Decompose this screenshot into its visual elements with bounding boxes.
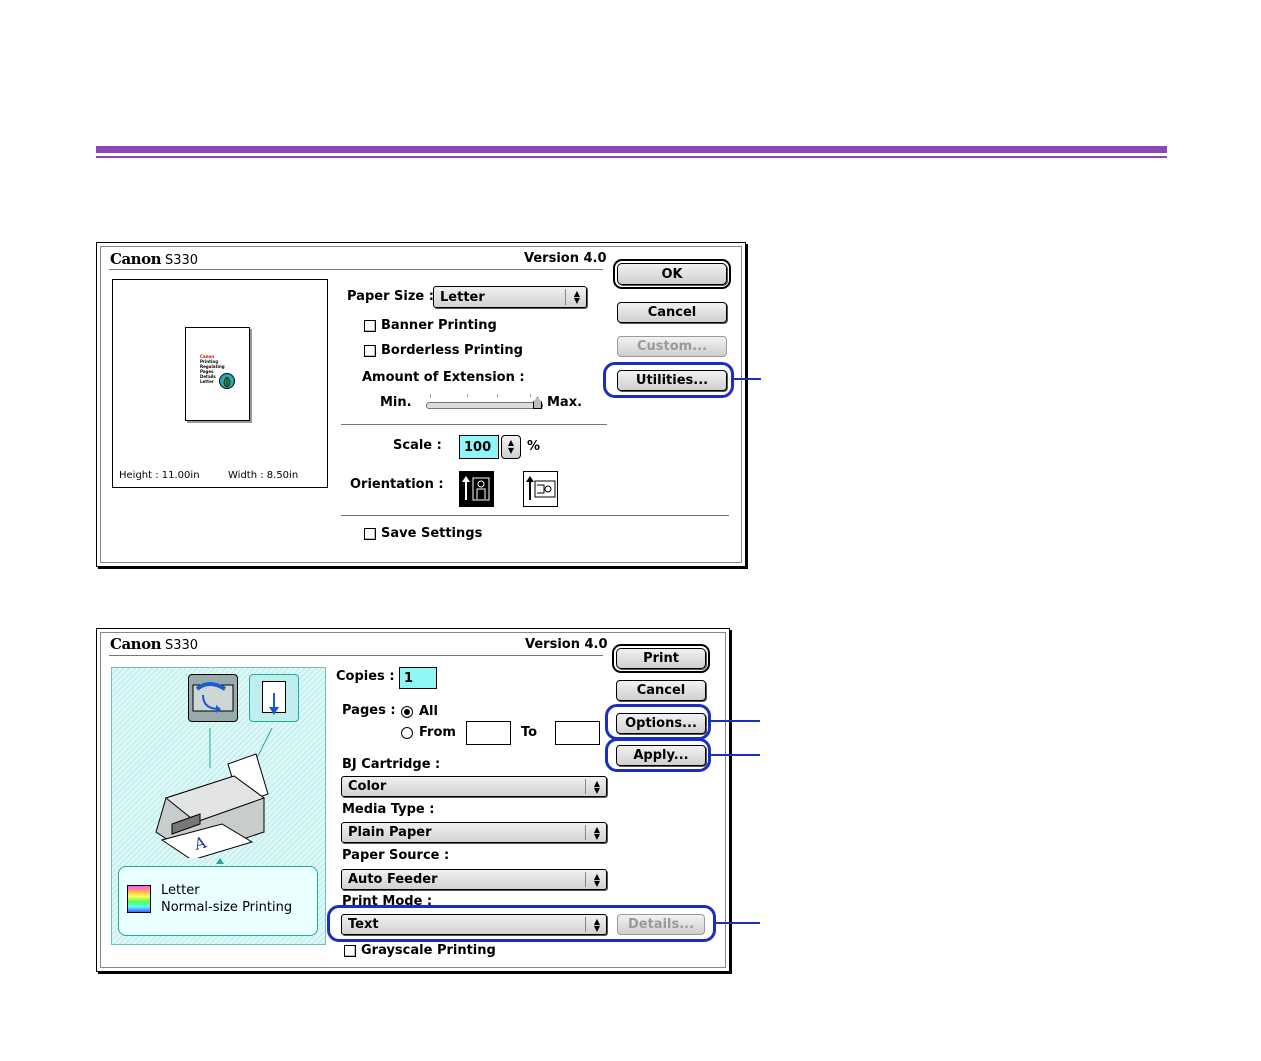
canon-logo: Canon S330 <box>110 250 199 268</box>
borderless-printing-checkbox[interactable] <box>364 345 376 357</box>
info-paper-label: Letter <box>161 883 200 898</box>
bj-cartridge-select[interactable]: Color ▲ ▼ <box>341 776 607 797</box>
banner-printing-checkbox[interactable] <box>364 320 376 332</box>
pages-to-label: To <box>521 725 538 740</box>
options-callout-line <box>710 720 760 722</box>
paper-source-select[interactable]: Auto Feeder ▲ ▼ <box>341 869 607 890</box>
orientation-label: Orientation : <box>350 477 444 492</box>
printer-icon: A <box>155 728 273 858</box>
header-rule-thin <box>96 156 1167 158</box>
page-thumbnail: Canon Printing Regulating Pages Details … <box>185 327 250 421</box>
save-settings-label: Save Settings <box>381 526 483 541</box>
pages-from-radio[interactable] <box>401 727 413 739</box>
ok-button[interactable]: OK <box>613 259 731 289</box>
copies-label: Copies : <box>336 669 395 684</box>
bj-cartridge-label: BJ Cartridge : <box>342 757 441 772</box>
grayscale-printing-label: Grayscale Printing <box>361 943 496 958</box>
version-label: Version 4.0 <box>525 637 608 652</box>
width-label: Width : 8.50in <box>228 470 299 481</box>
paper-size-select[interactable]: Letter ▲ ▼ <box>433 286 587 308</box>
utilities-callout-line <box>733 378 761 380</box>
paper-source-value: Auto Feeder <box>348 872 438 887</box>
banner-printing-label: Banner Printing <box>381 318 497 333</box>
print-mode-callout <box>327 905 716 942</box>
paper-size-value: Letter <box>440 289 485 305</box>
extension-slider[interactable] <box>426 402 543 409</box>
pages-from-label: From <box>419 725 456 740</box>
pages-label: Pages : <box>342 703 396 718</box>
updown-arrows-icon: ▲ ▼ <box>593 871 600 888</box>
slider-min-label: Min. <box>380 395 412 410</box>
bj-cartridge-value: Color <box>348 779 387 794</box>
media-type-label: Media Type : <box>342 802 435 817</box>
title-divider <box>109 655 603 659</box>
scale-input[interactable]: 100 <box>459 435 499 459</box>
borderless-printing-label: Borderless Printing <box>381 343 523 358</box>
info-mode-label: Normal-size Printing <box>161 900 293 915</box>
title-divider <box>109 269 603 273</box>
print-button[interactable]: Print <box>612 644 710 673</box>
pages-to-input[interactable] <box>555 721 600 745</box>
header-rule-thick <box>96 146 1167 153</box>
updown-arrows-icon: ▲ ▼ <box>573 289 580 305</box>
page-preview: Canon Printing Regulating Pages Details … <box>112 279 328 488</box>
color-mode-icon <box>127 885 151 913</box>
slider-ticks <box>430 394 531 398</box>
utilities-callout <box>603 362 734 398</box>
pages-all-label: All <box>419 704 438 719</box>
scale-stepper[interactable]: ▲ ▼ <box>501 435 521 459</box>
amount-of-extension-label: Amount of Extension : <box>362 370 525 385</box>
print-mode-callout-line <box>715 922 760 924</box>
paper-source-label: Paper Source : <box>342 848 450 863</box>
media-type-value: Plain Paper <box>348 825 432 840</box>
pages-all-radio[interactable] <box>401 706 413 718</box>
slider-max-label: Max. <box>547 395 583 410</box>
apply-callout-line <box>710 754 760 756</box>
grayscale-printing-checkbox[interactable] <box>344 945 356 957</box>
scale-unit: % <box>527 439 541 454</box>
cancel-button[interactable]: Cancel <box>617 302 727 323</box>
pointer-arrow-icon <box>216 858 224 864</box>
portrait-orientation-icon[interactable] <box>459 471 494 507</box>
save-settings-checkbox[interactable] <box>364 528 376 540</box>
copies-input[interactable]: 1 <box>399 667 437 689</box>
pages-from-input[interactable] <box>466 721 511 745</box>
page-setup-dialog: Canon S330 Version 4.0 Canon Printing Reg… <box>96 242 746 567</box>
options-callout <box>605 704 711 740</box>
landscape-orientation-icon[interactable] <box>523 471 558 507</box>
custom-button[interactable]: Custom... <box>617 336 727 357</box>
media-type-select[interactable]: Plain Paper ▲ ▼ <box>341 822 607 843</box>
divider-bottom <box>341 515 729 516</box>
canon-logo: Canon S330 <box>110 635 199 653</box>
printer-illustration-panel: A Letter Normal-size Printing <box>111 667 326 945</box>
updown-arrows-icon: ▲ ▼ <box>593 778 600 795</box>
paper-size-label: Paper Size : <box>347 289 434 304</box>
apply-callout <box>605 738 711 772</box>
updown-arrows-icon: ▲ ▼ <box>593 824 600 841</box>
version-label: Version 4.0 <box>524 251 607 266</box>
cancel-button[interactable]: Cancel <box>616 680 706 701</box>
height-label: Height : 11.00in <box>119 470 200 481</box>
leaf-icon <box>219 373 235 389</box>
print-info-box: Letter Normal-size Printing <box>118 866 318 936</box>
divider <box>341 424 607 425</box>
auto-feeder-icon <box>188 674 238 722</box>
paper-icon <box>249 674 299 722</box>
scale-label: Scale : <box>393 438 442 453</box>
